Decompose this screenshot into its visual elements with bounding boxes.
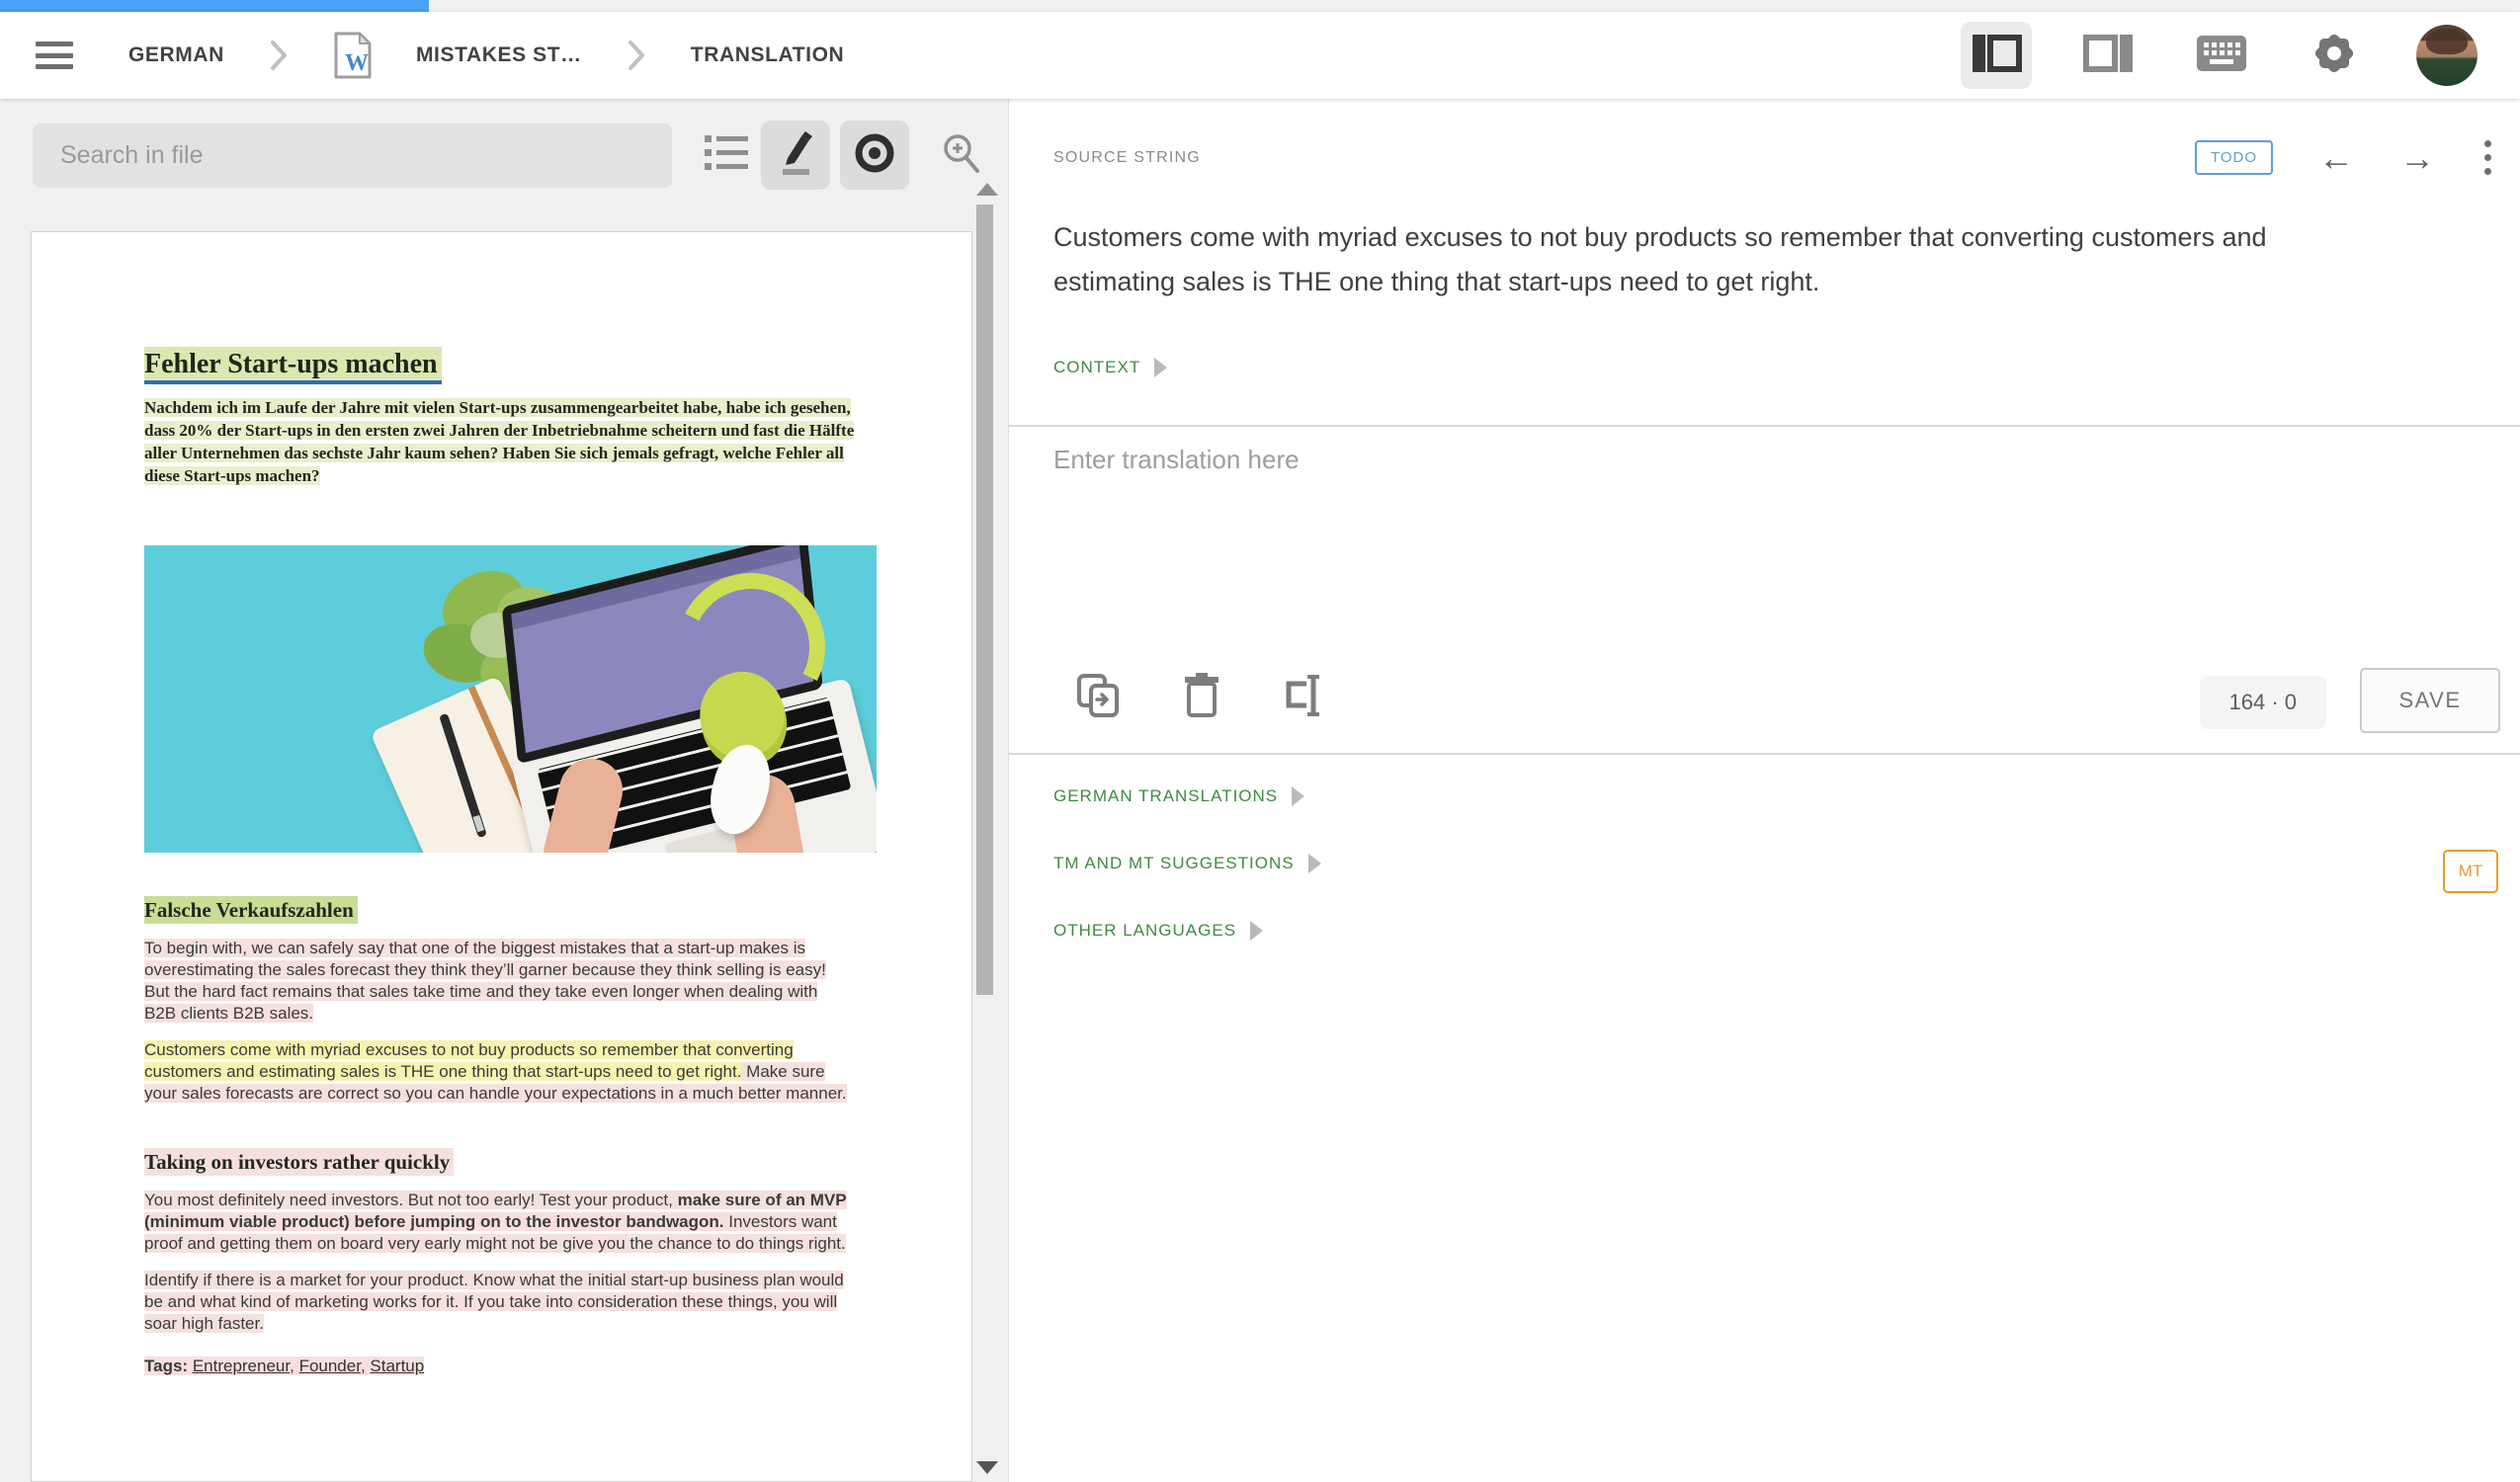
expand-arrow-icon bbox=[1154, 358, 1167, 377]
hamburger-menu-icon[interactable] bbox=[36, 41, 73, 69]
file-preview-panel: Fehler Start-ups machen Nachdem ich im L… bbox=[0, 99, 1008, 1482]
expand-arrow-icon bbox=[1308, 854, 1321, 873]
mt-badge: MT bbox=[2443, 850, 2498, 893]
clear-translation-button[interactable] bbox=[1176, 672, 1227, 723]
text-cursor-icon bbox=[1281, 672, 1328, 724]
avatar bbox=[2416, 25, 2478, 86]
scroll-down-arrow[interactable] bbox=[976, 1461, 998, 1474]
status-badge: TODO bbox=[2195, 140, 2273, 175]
pencil-icon bbox=[776, 130, 815, 181]
expand-arrow-icon bbox=[1250, 921, 1263, 941]
section-label: TM AND MT SUGGESTIONS bbox=[1053, 854, 1295, 873]
edit-mode-button[interactable] bbox=[761, 121, 830, 190]
keyboard-shortcuts-button[interactable] bbox=[2186, 22, 2257, 89]
breadcrumb-mode: TRANSLATION bbox=[691, 43, 845, 67]
chevron-right-icon bbox=[626, 39, 647, 72]
app-bar: GERMAN W MISTAKES ST… TRANSLATION bbox=[0, 12, 2520, 99]
context-toggle[interactable]: CONTEXT bbox=[1053, 358, 1167, 377]
keyboard-icon bbox=[2196, 35, 2247, 77]
tag-link[interactable]: Entrepreneur bbox=[193, 1357, 290, 1375]
doc-paragraph[interactable]: Identify if there is a market for your p… bbox=[144, 1270, 848, 1335]
doc-section-heading[interactable]: Taking on investors rather quickly bbox=[144, 1150, 877, 1175]
translation-panel: SOURCE STRING TODO ← → Customers come wi… bbox=[1008, 99, 2520, 1482]
top-strip bbox=[0, 0, 2520, 12]
doc-paragraph[interactable]: You most definitely need investors. But … bbox=[144, 1190, 848, 1255]
scrollbar-thumb[interactable] bbox=[976, 205, 993, 995]
expand-arrow-icon bbox=[1292, 786, 1304, 806]
user-avatar[interactable] bbox=[2411, 22, 2482, 89]
tags-label: Tags: bbox=[144, 1357, 188, 1375]
layout-right-panel-icon bbox=[2083, 33, 2135, 79]
save-button[interactable]: SAVE bbox=[2360, 668, 2500, 733]
copy-source-icon bbox=[1075, 672, 1123, 724]
settings-button[interactable] bbox=[2299, 22, 2370, 89]
divider bbox=[1009, 753, 2520, 755]
list-icon bbox=[704, 133, 749, 178]
character-counter: 164 · 0 bbox=[2200, 676, 2327, 729]
search-input[interactable] bbox=[33, 124, 672, 188]
upload-progress-bar bbox=[0, 0, 429, 12]
side-by-side-view-button[interactable] bbox=[1961, 22, 2032, 89]
next-string-button[interactable]: → bbox=[2399, 140, 2435, 176]
copy-source-button[interactable] bbox=[1073, 672, 1125, 723]
layout-left-panel-icon bbox=[1971, 33, 2022, 79]
chevron-right-icon bbox=[268, 39, 290, 72]
zoom-in-icon bbox=[940, 131, 983, 180]
preview-highlight-button[interactable] bbox=[840, 121, 909, 190]
section-label: OTHER LANGUAGES bbox=[1053, 921, 1236, 941]
doc-intro-paragraph[interactable]: Nachdem ich im Laufe der Jahre mit viele… bbox=[144, 396, 877, 487]
document-preview[interactable]: Fehler Start-ups machen Nachdem ich im L… bbox=[31, 231, 972, 1482]
scroll-up-arrow[interactable] bbox=[976, 183, 998, 196]
doc-paragraph[interactable]: To begin with, we can safely say that on… bbox=[144, 938, 848, 1025]
word-document-icon: W bbox=[333, 31, 373, 80]
german-translations-toggle[interactable]: GERMAN TRANSLATIONS bbox=[1053, 786, 1304, 806]
article-photo bbox=[144, 545, 877, 853]
previous-string-button[interactable]: ← bbox=[2318, 140, 2354, 176]
breadcrumb-file[interactable]: MISTAKES ST… bbox=[416, 43, 582, 67]
tag-link[interactable]: Startup bbox=[370, 1357, 424, 1375]
section-label: GERMAN TRANSLATIONS bbox=[1053, 786, 1278, 806]
source-string-text: Customers come with myriad excuses to no… bbox=[1053, 215, 2383, 304]
context-label: CONTEXT bbox=[1053, 358, 1140, 377]
eye-icon bbox=[853, 131, 896, 180]
svg-text:W: W bbox=[345, 50, 369, 76]
zoom-in-button[interactable] bbox=[927, 121, 996, 190]
document-scrollbar[interactable] bbox=[974, 183, 996, 1482]
gear-icon bbox=[2311, 31, 2357, 81]
insert-special-character-button[interactable] bbox=[1279, 672, 1330, 723]
breadcrumb-language[interactable]: GERMAN bbox=[128, 43, 224, 67]
doc-section-heading[interactable]: Falsche Verkaufszahlen bbox=[144, 898, 877, 923]
other-languages-toggle[interactable]: OTHER LANGUAGES bbox=[1053, 921, 1263, 941]
tm-mt-suggestions-toggle[interactable]: TM AND MT SUGGESTIONS bbox=[1053, 854, 1321, 873]
divider bbox=[1009, 425, 2520, 427]
tag-link[interactable]: Founder bbox=[299, 1357, 361, 1375]
comfortable-view-button[interactable] bbox=[2073, 22, 2144, 89]
more-options-button[interactable] bbox=[2480, 136, 2495, 179]
breadcrumb: GERMAN W MISTAKES ST… TRANSLATION bbox=[128, 31, 844, 80]
doc-paragraph[interactable]: Customers come with myriad excuses to no… bbox=[144, 1039, 848, 1105]
translation-input[interactable] bbox=[1053, 445, 2457, 672]
doc-tags-line: Tags: Entrepreneur, Founder, Startup bbox=[144, 1357, 877, 1376]
strings-list-button[interactable] bbox=[692, 121, 761, 190]
source-string-label: SOURCE STRING bbox=[1053, 149, 1201, 167]
doc-title[interactable]: Fehler Start-ups machen bbox=[144, 349, 877, 380]
trash-icon bbox=[1182, 672, 1221, 724]
